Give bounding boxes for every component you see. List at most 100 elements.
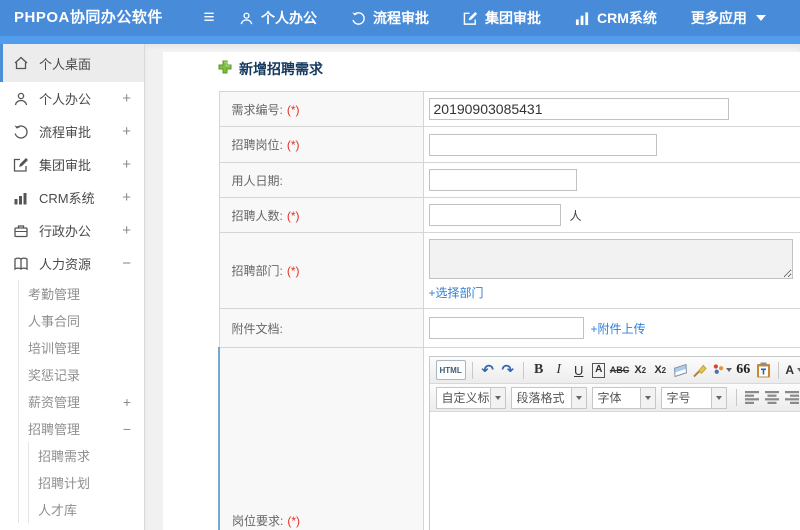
underline-button[interactable]: U [570,360,588,380]
sidebar-item-talent-pool[interactable]: 人才库 [0,496,144,523]
sidebar-item-reward-records[interactable]: 奖惩记录 [0,361,144,388]
nav-item-label: 更多应用 [690,10,747,26]
form-row-department: 招聘部门: (*) +选择部门 [218,232,800,309]
collapse-icon[interactable]: − [122,255,131,272]
sidebar-item-crm-system[interactable]: CRM系统 + [0,181,144,214]
user-icon [239,11,254,26]
attachment-input[interactable] [428,317,584,339]
nav-item-more-apps[interactable]: 更多应用 [674,0,783,36]
form-row-hire-date: 用人日期: [218,162,800,198]
required-marker: (*) [286,208,300,223]
caret-down-icon [710,387,726,408]
sidebar-item-label: 人才库 [38,503,78,518]
expand-icon[interactable]: + [122,156,131,173]
position-label: 招聘岗位: [231,138,283,152]
align-right-icon[interactable] [783,388,800,408]
sidebar-item-group-approval[interactable]: 集团审批 + [0,148,144,181]
sidebar-item-recruit-demand[interactable]: 招聘需求 [0,442,144,469]
headcount-unit: 人 [569,209,582,223]
required-marker: (*) [286,138,300,152]
select-department-link[interactable]: +选择部门 [429,284,484,301]
sidebar-item-hr-contract[interactable]: 人事合同 [0,307,144,334]
blockquote-button[interactable]: 66 [734,360,752,380]
form-row-attachment: 附件文档: +附件上传 [218,308,800,348]
nav-item-personal-office[interactable]: 个人办公 [222,0,334,36]
color-palette-icon[interactable] [711,360,733,380]
sidebar-item-personal-desktop[interactable]: 个人桌面 [0,44,144,82]
sidebar-item-label: 奖惩记录 [28,368,81,383]
editor-toolbar-1: HTML ↶ ↷ B I U A ABC X2 X2 66 A [429,357,800,384]
menu-icon[interactable]: ≡ [196,7,222,29]
strikethrough-button[interactable]: ABC [610,360,630,380]
nav-item-label: 个人办公 [261,10,317,26]
sidebar-item-admin-office[interactable]: 行政办公 + [0,214,144,247]
sidebar-item-training-mgmt[interactable]: 培训管理 [0,334,144,361]
eraser-icon[interactable] [671,360,689,380]
content-card: 新增招聘需求 需求编号:(*) 招聘岗位:(*) [163,52,800,530]
html-source-button[interactable]: HTML [435,360,466,380]
paragraph-format-dropdown[interactable]: 段落格式 [510,386,587,409]
sidebar-item-label: 人事合同 [28,314,81,329]
undo-icon[interactable]: ↶ [479,360,497,380]
custom-heading-dropdown[interactable]: 自定义标题 [435,386,506,409]
paste-icon[interactable] [754,360,772,380]
rich-text-editor: HTML ↶ ↷ B I U A ABC X2 X2 66 A 自定义标 段落格… [428,356,800,530]
attachment-upload-link[interactable]: +附件上传 [591,322,646,336]
font-size-dropdown[interactable]: 字号 [660,386,727,409]
nav-item-crm[interactable]: CRM系统 [558,0,674,36]
sidebar: 个人桌面 个人办公 + 流程审批 + 集团审批 + CRM系统 + 行政办公 +… [0,44,145,530]
sidebar-item-attendance-mgmt[interactable]: 考勤管理 [0,280,144,307]
demand-no-input[interactable] [428,98,729,120]
sidebar-item-personal-office[interactable]: 个人办公 + [0,82,144,115]
font-color-button[interactable]: A [785,360,800,380]
toolbar-separator [735,389,737,406]
history-icon [351,11,366,26]
font-family-dropdown[interactable]: 字体 [591,386,656,409]
align-center-icon[interactable] [763,388,781,408]
superscript-button[interactable]: X2 [631,360,649,380]
department-textarea[interactable] [428,239,793,279]
nav-item-group-approval[interactable]: 集团审批 [446,0,558,36]
italic-button[interactable]: I [550,360,568,380]
position-input[interactable] [428,133,657,156]
sidebar-item-salary-mgmt[interactable]: 薪资管理 + [0,388,144,415]
add-icon [218,60,232,79]
caret-down-icon [755,15,766,21]
app-logo: PHPOA协同办公软件 [14,9,163,26]
sidebar-item-label: 培训管理 [28,341,81,356]
page-title-text: 新增招聘需求 [239,61,323,77]
redo-icon[interactable]: ↷ [499,360,517,380]
sidebar-item-hr[interactable]: 人力资源 − [0,247,144,280]
chart-icon [575,11,590,26]
required-marker: (*) [286,102,300,117]
nav-item-workflow-approval[interactable]: 流程审批 [334,0,446,36]
expand-icon[interactable]: + [122,123,131,140]
expand-icon[interactable]: + [123,394,131,410]
headcount-input[interactable] [428,204,561,226]
caret-down-icon [639,387,655,408]
editor-content-area[interactable] [429,412,800,530]
top-navigation: ≡ 个人办公 流程审批 集团审批 CRM系统 更多应用 [196,0,783,36]
text-style-button[interactable]: A [590,360,608,380]
attachment-label: 附件文档: [231,321,283,336]
form-row-headcount: 招聘人数: (*) 人 [218,197,800,233]
subscript-button[interactable]: X2 [651,360,669,380]
expand-icon[interactable]: + [122,90,131,107]
editor-toolbar-2: 自定义标题 段落格式 字体 字号 [429,384,800,412]
format-brush-icon[interactable] [691,360,709,380]
recruitment-demand-form: 需求编号:(*) 招聘岗位:(*) 用人日期: [218,91,800,530]
sidebar-item-recruit-mgmt[interactable]: 招聘管理 − [0,415,144,442]
hire-date-label: 用人日期: [231,173,283,188]
align-left-icon[interactable] [743,388,761,408]
collapse-icon[interactable]: − [123,421,131,437]
expand-icon[interactable]: + [122,189,131,206]
sidebar-item-recruit-plan[interactable]: 招聘计划 [0,469,144,496]
home-icon [13,55,29,71]
hire-date-input[interactable] [428,169,577,191]
expand-icon[interactable]: + [122,222,131,239]
department-label: 招聘部门: [231,264,283,278]
bold-button[interactable]: B [530,360,548,380]
sidebar-item-workflow-approval[interactable]: 流程审批 + [0,115,144,148]
page-title: 新增招聘需求 [218,59,323,79]
briefcase-icon [13,223,29,239]
